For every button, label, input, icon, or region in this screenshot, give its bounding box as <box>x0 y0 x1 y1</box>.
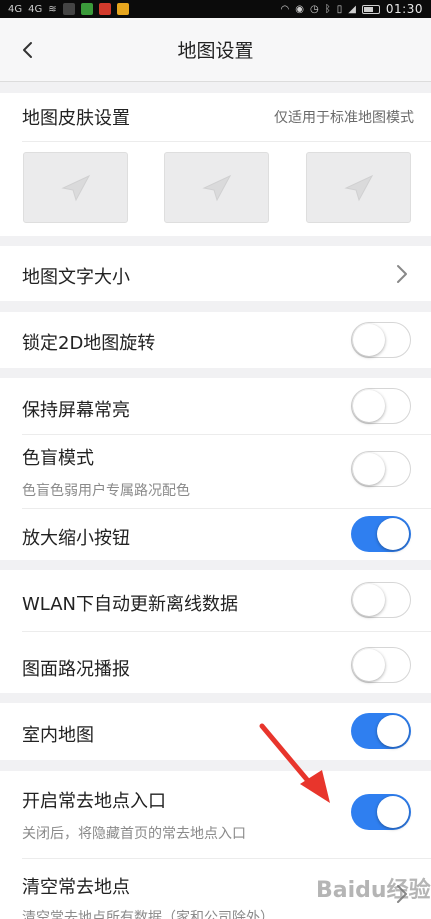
headset-icon: ◠ <box>280 3 290 15</box>
wlan-update-label: WLAN下自动更新离线数据 <box>22 594 239 615</box>
signal-icon: 4G <box>8 3 23 15</box>
divider <box>22 508 431 509</box>
clear-places-label[interactable]: 清空常去地点 <box>22 873 130 899</box>
divider <box>22 141 431 142</box>
colorblind-label: 色盲模式 <box>22 448 94 469</box>
divider <box>22 858 431 859</box>
back-button[interactable] <box>12 34 44 66</box>
zoom-buttons-toggle[interactable] <box>351 516 411 552</box>
frequent-places-label: 开启常去地点入口 <box>22 791 166 812</box>
lock-rotation-label: 锁定2D地图旋转 <box>22 333 156 354</box>
zoom-buttons-label: 放大缩小按钮 <box>22 528 130 549</box>
page-title: 地图设置 <box>177 40 254 62</box>
toggle-knob <box>353 583 385 616</box>
colorblind-toggle[interactable] <box>351 451 411 487</box>
clear-places-sub: 清空常去地点所有数据（家和公司除外） <box>22 910 274 919</box>
traffic-broadcast-toggle[interactable] <box>351 647 411 683</box>
display-card: 保持屏幕常亮 色盲模式 色盲色弱用户专属路况配色 放大缩小按钮 <box>0 378 431 560</box>
lock-rotation-row: 锁定2D地图旋转 <box>0 312 431 368</box>
status-bar: 4G 4G ≋ ◠ ◉ ◷ ᛒ ▯ ◢ 01:30 <box>0 0 431 18</box>
traffic-broadcast-label: 图面路况播报 <box>22 659 130 680</box>
vibrate-icon: ▯ <box>336 3 343 15</box>
signal-icon-2: 4G <box>28 3 43 15</box>
battery-icon <box>361 4 380 14</box>
status-right: ◠ ◉ ◷ ᛒ ▯ ◢ 01:30 <box>280 2 423 16</box>
frequent-places-toggle[interactable] <box>351 794 411 830</box>
lock-rotation-toggle[interactable] <box>351 322 411 358</box>
clock-icon: ◷ <box>309 3 319 15</box>
indoor-map-row: 室内地图 <box>0 703 431 760</box>
frequent-places-sub: 关闭后，将隐藏首页的常去地点入口 <box>22 826 246 842</box>
indoor-map-label: 室内地图 <box>22 725 94 746</box>
chevron-right-icon <box>395 263 409 285</box>
skin-option-1[interactable] <box>23 152 128 223</box>
bluetooth-icon: ᛒ <box>324 3 331 15</box>
toggle-knob <box>377 518 409 550</box>
skin-option-3[interactable] <box>306 152 411 223</box>
app-icon-1 <box>62 3 75 15</box>
toggle-knob <box>353 452 385 485</box>
screen-on-label: 保持屏幕常亮 <box>22 400 130 421</box>
nav-bar: 地图设置 <box>0 18 431 82</box>
paper-plane-icon <box>201 174 231 201</box>
toggle-knob <box>353 389 385 422</box>
text-size-row[interactable]: 地图文字大小 <box>0 246 431 301</box>
toggle-knob <box>353 648 385 681</box>
wlan-update-toggle[interactable] <box>351 582 411 618</box>
wifi-icon: ≋ <box>48 3 57 15</box>
skin-hint: 仅适用于标准地图模式 <box>274 110 414 126</box>
toggle-knob <box>353 323 385 356</box>
screen-on-toggle[interactable] <box>351 388 411 424</box>
mobile-signal-icon: ◢ <box>348 3 356 15</box>
paper-plane-icon <box>343 174 373 201</box>
data-card: WLAN下自动更新离线数据 图面路况播报 <box>0 570 431 693</box>
toggle-knob <box>377 796 409 828</box>
toggle-knob <box>377 715 409 747</box>
colorblind-sub: 色盲色弱用户专属路况配色 <box>22 483 190 499</box>
app-icon-2 <box>80 3 93 15</box>
eye-icon: ◉ <box>295 3 304 15</box>
divider <box>22 434 431 435</box>
app-icon-3 <box>98 3 111 15</box>
paper-plane-icon <box>60 174 90 201</box>
app-icon-4 <box>116 3 129 15</box>
text-size-label: 地图文字大小 <box>22 267 130 288</box>
divider <box>22 631 431 632</box>
indoor-map-toggle[interactable] <box>351 713 411 749</box>
skin-label: 地图皮肤设置 <box>22 108 130 129</box>
clock-time: 01:30 <box>385 2 423 16</box>
watermark: Baidu经验 <box>316 878 431 903</box>
status-left: 4G 4G ≋ <box>8 3 129 15</box>
skin-option-2[interactable] <box>164 152 269 223</box>
chevron-left-icon <box>23 42 32 58</box>
